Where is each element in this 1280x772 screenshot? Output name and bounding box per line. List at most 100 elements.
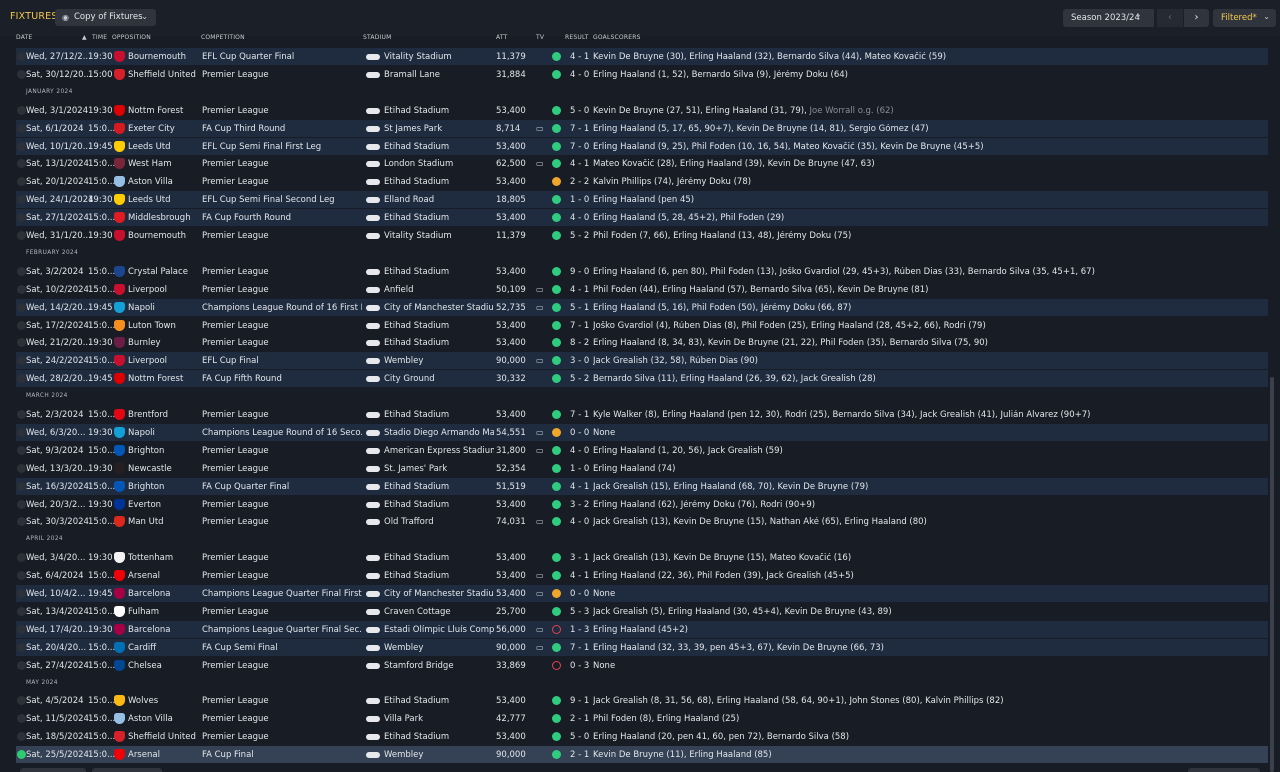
competition-name[interactable]: FA Cup Semi Final [202, 643, 362, 653]
result-score[interactable]: 4 - 0 [570, 213, 594, 223]
competition-name[interactable]: Premier League [202, 446, 362, 456]
table-row[interactable]: Wed, 31/1/20... 19:30 Bournemouth Premier L… [16, 227, 1268, 244]
table-row[interactable]: Wed, 14/2/20... 19:45 Napoli Champions Leag… [16, 298, 1268, 316]
table-row[interactable]: Sat, 17/2/2024 15:0... Luton Town Premier L… [16, 316, 1268, 334]
row-status-dot[interactable] [17, 195, 26, 205]
competition-name[interactable]: Premier League [202, 607, 362, 617]
scrollbar[interactable] [1270, 377, 1274, 772]
competition-name[interactable]: FA Cup Fifth Round [202, 374, 362, 384]
row-status-dot[interactable] [17, 642, 26, 652]
competition-name[interactable]: Champions League Quarter Final First... [202, 589, 362, 599]
result-score[interactable]: 2 - 2 [570, 177, 594, 187]
row-status-dot[interactable] [17, 266, 26, 276]
view-select[interactable]: ◉ Copy of Fixtures ⌄ [55, 9, 156, 26]
previous-season-button[interactable]: ‹ [1157, 9, 1183, 27]
result-score[interactable]: 1 - 0 [570, 195, 594, 205]
competition-name[interactable]: Premier League [202, 517, 362, 527]
column-header-time[interactable]: TIME [92, 34, 107, 41]
column-header-result[interactable]: RESULT [565, 34, 589, 41]
column-header-tv[interactable]: TV [536, 34, 544, 41]
result-score[interactable]: 4 - 0 [570, 446, 594, 456]
competition-name[interactable]: Premier League [202, 661, 362, 671]
row-status-dot[interactable] [17, 52, 26, 61]
table-row[interactable]: Sat, 11/5/2024 15:0... Aston Villa Premier … [16, 710, 1268, 728]
column-header-att[interactable]: ATT [496, 34, 507, 41]
table-row[interactable]: Sat, 2/3/2024 15:0... Brentford Premier Lea… [16, 406, 1268, 423]
result-score[interactable]: 5 - 1 [570, 303, 594, 313]
competition-name[interactable]: Premier League [202, 321, 362, 331]
competition-name[interactable]: FA Cup Quarter Final [202, 482, 362, 492]
competition-name[interactable]: Premier League [202, 714, 362, 724]
result-score[interactable]: 1 - 0 [570, 464, 594, 474]
result-score[interactable]: 2 - 1 [570, 714, 594, 724]
result-score[interactable]: 7 - 1 [570, 410, 594, 420]
row-status-dot[interactable] [17, 69, 26, 79]
table-row[interactable]: Sat, 13/4/2024 15:0... Fulham Premier Leagu… [16, 602, 1268, 620]
result-score[interactable]: 7 - 1 [570, 321, 594, 331]
table-row[interactable]: Wed, 6/3/20... 19:30 Napoli Champions Leagu… [16, 423, 1268, 441]
result-score[interactable]: 4 - 0 [570, 70, 594, 80]
row-status-dot[interactable] [17, 660, 26, 670]
result-score[interactable]: 5 - 0 [570, 732, 594, 742]
row-status-dot[interactable] [17, 284, 26, 294]
row-status-dot[interactable] [17, 123, 26, 133]
result-score[interactable]: 1 - 3 [570, 625, 594, 635]
competition-name[interactable]: EFL Cup Final [202, 356, 362, 366]
row-status-dot[interactable] [17, 589, 26, 598]
result-score[interactable]: 9 - 0 [570, 267, 594, 277]
table-row[interactable]: Sat, 6/4/2024 15:0... Arsenal Premier Leagu… [16, 567, 1268, 585]
competition-name[interactable]: Premier League [202, 285, 362, 295]
row-status-dot[interactable] [17, 571, 26, 581]
row-status-dot[interactable] [17, 696, 26, 706]
row-status-dot[interactable] [17, 356, 26, 366]
table-row[interactable]: Wed, 28/2/20... 19:45 Nottm Forest FA Cup F… [16, 370, 1268, 388]
competition-name[interactable]: EFL Cup Semi Final Second Leg [202, 195, 362, 205]
result-score[interactable]: 5 - 2 [570, 374, 594, 384]
table-row[interactable]: Wed, 21/2/20... 19:30 Burnley Premier Leagu… [16, 334, 1268, 352]
competition-name[interactable]: Premier League [202, 177, 362, 187]
row-status-dot[interactable] [17, 499, 26, 509]
bottom-button[interactable] [1188, 768, 1260, 772]
table-row[interactable]: Sat, 20/4/20... 15:0... Cardiff FA Cup Semi… [16, 638, 1268, 656]
table-row[interactable]: Sat, 24/2/2024 15:0... Liverpool EFL Cup Fi… [16, 352, 1268, 370]
result-score[interactable]: 4 - 1 [570, 159, 594, 169]
row-status-dot[interactable] [17, 750, 26, 760]
table-row[interactable]: Sat, 4/5/2024 15:0... Wolves Premier League… [16, 692, 1268, 710]
row-status-dot[interactable] [17, 427, 26, 437]
result-score[interactable]: 4 - 0 [570, 517, 594, 527]
result-score[interactable]: 9 - 1 [570, 696, 594, 706]
competition-name[interactable]: Premier League [202, 159, 362, 169]
row-status-dot[interactable] [17, 606, 26, 616]
filter-button[interactable]: Filtered* ⌄ [1213, 9, 1276, 27]
bottom-button[interactable] [92, 768, 162, 772]
result-score[interactable]: 5 - 3 [570, 607, 594, 617]
row-status-dot[interactable] [17, 320, 26, 330]
table-row[interactable]: Sat, 10/2/2024 15:0... Liverpool Premier Le… [16, 280, 1268, 298]
table-row[interactable]: Sat, 30/3/2024 15:0... Man Utd Premier Leag… [16, 513, 1268, 531]
table-row[interactable]: Sat, 9/3/2024 15:0... Brighton Premier Leag… [16, 441, 1268, 459]
table-row[interactable]: Wed, 3/4/20... 19:30 Tottenham Premier Leag… [16, 549, 1268, 567]
result-score[interactable]: 3 - 2 [570, 500, 594, 510]
row-status-dot[interactable] [17, 159, 26, 169]
result-score[interactable]: 4 - 1 [570, 285, 594, 295]
row-status-dot[interactable] [17, 338, 26, 348]
table-row[interactable]: Sat, 6/1/2024 15:0... Exeter City FA Cup Th… [16, 119, 1268, 137]
result-score[interactable]: 3 - 1 [570, 553, 594, 563]
result-score[interactable]: 4 - 1 [570, 571, 594, 581]
result-score[interactable]: 7 - 1 [570, 124, 594, 134]
row-status-dot[interactable] [17, 714, 26, 724]
row-status-dot[interactable] [17, 177, 26, 187]
row-status-dot[interactable] [17, 624, 26, 634]
competition-name[interactable]: EFL Cup Semi Final First Leg [202, 142, 362, 152]
result-score[interactable]: 4 - 1 [570, 52, 594, 62]
table-row[interactable]: Wed, 10/4/2... 19:45 Barcelona Champions Le… [16, 585, 1268, 602]
row-status-dot[interactable] [17, 231, 26, 240]
competition-name[interactable]: Premier League [202, 106, 362, 116]
row-status-dot[interactable] [17, 445, 26, 455]
row-status-dot[interactable] [17, 374, 26, 384]
competition-name[interactable]: Premier League [202, 500, 362, 510]
competition-name[interactable]: FA Cup Final [202, 750, 362, 760]
result-score[interactable]: 4 - 1 [570, 482, 594, 492]
competition-name[interactable]: Premier League [202, 553, 362, 563]
row-status-dot[interactable] [17, 410, 26, 419]
